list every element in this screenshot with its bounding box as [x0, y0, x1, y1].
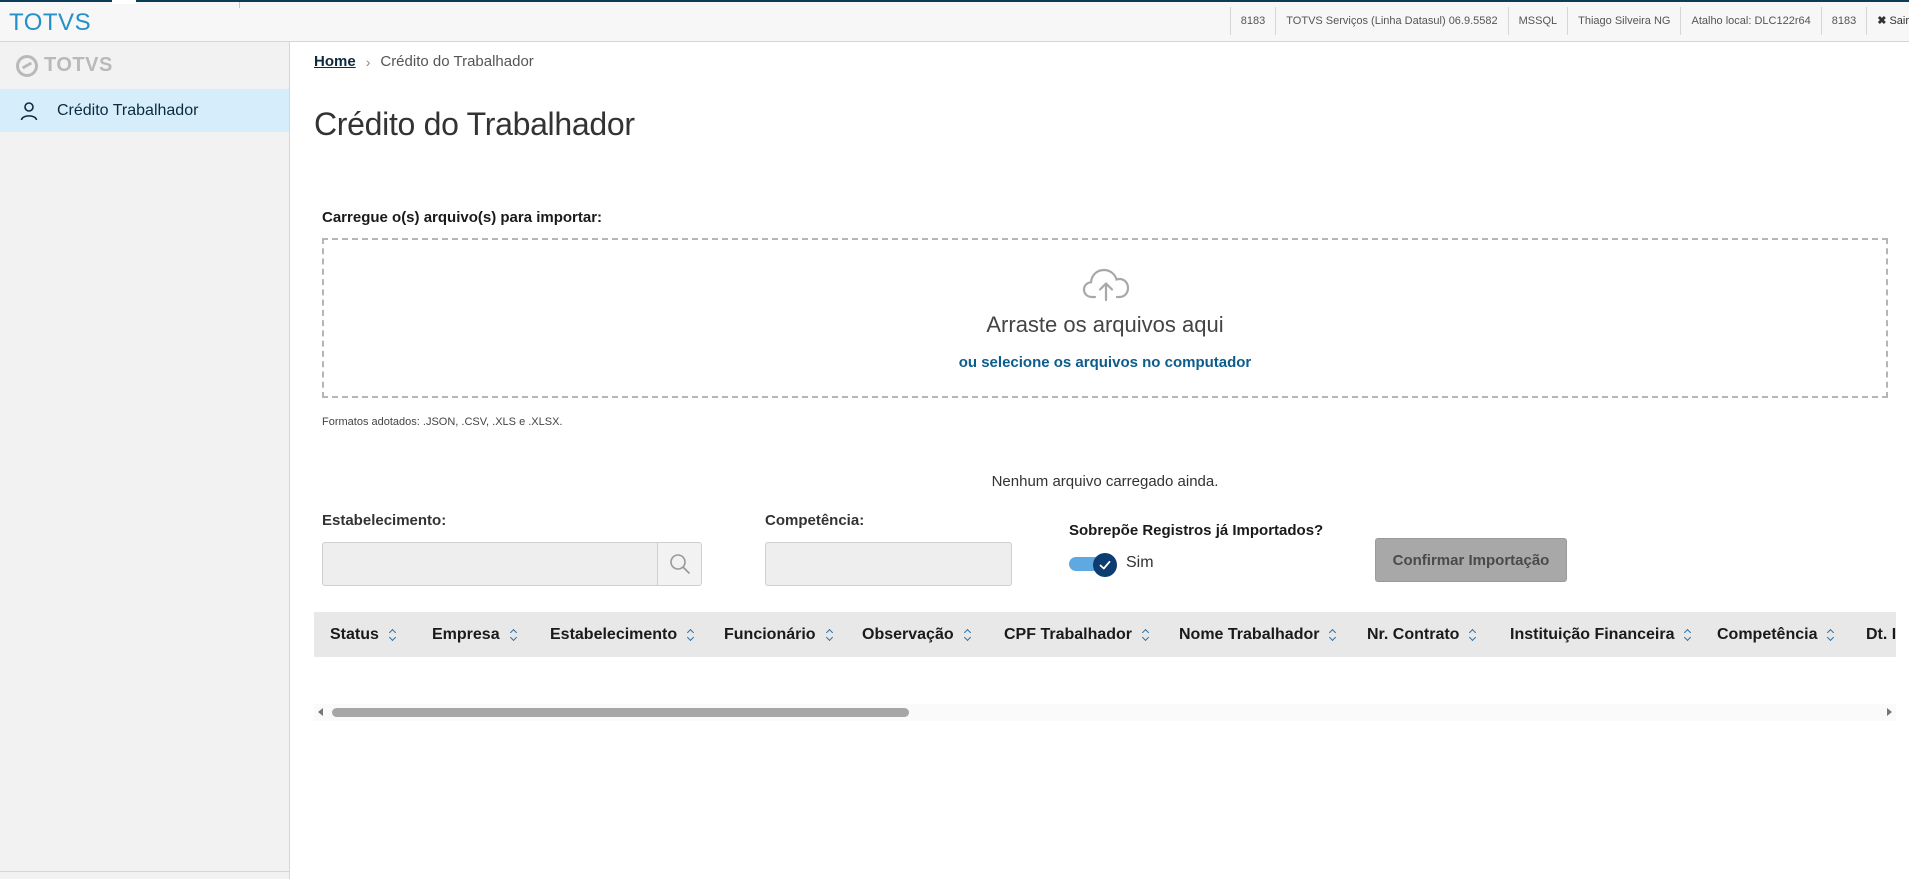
column-header-label: Dt. I	[1866, 625, 1896, 643]
column-header-label: Instituição Financeira	[1510, 625, 1675, 643]
formats-hint: Formatos adotados: .JSON, .CSV, .XLS e .…	[322, 416, 563, 428]
chevron-right-icon: ›	[365, 53, 371, 70]
top-tab-indicator	[112, 0, 136, 4]
sort-icon	[1684, 629, 1692, 641]
totvs-logo-icon	[16, 54, 38, 77]
scrollbar-thumb[interactable]	[332, 708, 909, 717]
estabelecimento-label: Estabelecimento:	[322, 512, 447, 529]
user-icon	[19, 101, 39, 121]
column-header-cpf-trabalhador[interactable]: CPF Trabalhador	[1004, 612, 1150, 657]
file-dropzone[interactable]: Arraste os arquivos aqui ou selecione os…	[322, 238, 1888, 398]
exit-button[interactable]: ✖ Sair	[1866, 7, 1909, 35]
top-accent-line	[0, 0, 1909, 2]
column-header-label: Empresa	[432, 625, 500, 643]
status-product-version: TOTVS Serviços (Linha Datasul) 06.9.5582	[1275, 7, 1507, 35]
breadcrumb-home-link[interactable]: Home	[314, 53, 356, 70]
column-header-label: Nr. Contrato	[1367, 625, 1460, 643]
sobrepoe-toggle-label: Sim	[1126, 554, 1154, 571]
column-header-nome-trabalhador[interactable]: Nome Trabalhador	[1179, 612, 1337, 657]
sort-icon	[1142, 629, 1150, 641]
column-header-nr-contrato[interactable]: Nr. Contrato	[1367, 612, 1477, 657]
top-tab-divider	[239, 2, 240, 8]
upload-label: Carregue o(s) arquivo(s) para importar:	[322, 209, 603, 226]
breadcrumb-current: Crédito do Trabalhador	[380, 53, 534, 70]
table-header: Status Empresa Estabelecimento Funcionár…	[314, 612, 1896, 657]
search-icon	[669, 554, 690, 574]
sidebar: TOTVS Crédito Trabalhador	[0, 42, 290, 879]
app-brand[interactable]: TOTVS	[9, 9, 91, 37]
scroll-left-arrow-icon[interactable]	[318, 708, 323, 716]
column-header-label: Competência	[1717, 625, 1818, 643]
cloud-upload-icon	[1082, 268, 1130, 302]
scroll-right-arrow-icon[interactable]	[1887, 708, 1892, 716]
estabelecimento-search-button[interactable]	[657, 542, 702, 586]
sort-icon	[1469, 629, 1477, 641]
status-company-code: 8183	[1229, 7, 1275, 35]
column-header-label: Funcionário	[724, 625, 816, 643]
table-horizontal-scrollbar[interactable]	[314, 704, 1896, 721]
sort-icon	[510, 629, 518, 641]
check-icon	[1093, 553, 1117, 577]
column-header-label: Estabelecimento	[550, 625, 678, 643]
confirm-import-button[interactable]: Confirmar Importação	[1375, 538, 1567, 582]
column-header-label: Observação	[862, 625, 954, 643]
sort-icon	[964, 629, 972, 641]
sidebar-item-label: Crédito Trabalhador	[57, 101, 199, 119]
sobrepoe-label: Sobrepõe Registros já Importados?	[1069, 522, 1324, 539]
exit-label: Sair	[1889, 15, 1909, 27]
column-header-instituicao-financeira[interactable]: Instituição Financeira	[1510, 612, 1692, 657]
status-user: Thiago Silveira NG	[1567, 7, 1680, 35]
column-header-label: Status	[330, 625, 379, 643]
competencia-input[interactable]	[765, 542, 1012, 586]
column-header-status[interactable]: Status	[330, 612, 397, 657]
column-header-funcionario[interactable]: Funcionário	[724, 612, 834, 657]
select-files-link[interactable]: ou selecione os arquivos no computador	[324, 354, 1886, 371]
top-bar: TOTVS 8183 TOTVS Serviços (Linha Datasul…	[0, 0, 1909, 42]
status-database: MSSQL	[1507, 7, 1568, 35]
sort-icon	[687, 629, 695, 641]
sobrepoe-toggle[interactable]	[1069, 553, 1117, 577]
empty-files-message: Nenhum arquivo carregado ainda.	[991, 473, 1219, 490]
status-bar: 8183 TOTVS Serviços (Linha Datasul) 06.9…	[1229, 7, 1909, 35]
sort-icon	[826, 629, 834, 641]
status-shortcut: Atalho local: DLC122r64	[1680, 7, 1820, 35]
sidebar-item-credito-trabalhador[interactable]: Crédito Trabalhador	[0, 89, 289, 132]
sidebar-logo-text: TOTVS	[44, 54, 113, 76]
status-code: 8183	[1820, 7, 1866, 35]
column-header-empresa[interactable]: Empresa	[432, 612, 518, 657]
column-header-competencia[interactable]: Competência	[1717, 612, 1835, 657]
page-title: Crédito do Trabalhador	[314, 106, 635, 142]
estabelecimento-input[interactable]	[322, 542, 658, 586]
close-icon: ✖	[1877, 15, 1887, 27]
competencia-label: Competência:	[765, 512, 865, 529]
sidebar-logo: TOTVS	[16, 54, 113, 77]
column-header-dt[interactable]: Dt. I	[1866, 612, 1896, 657]
sort-icon	[1827, 629, 1835, 641]
breadcrumb: Home › Crédito do Trabalhador	[314, 53, 534, 70]
column-header-label: CPF Trabalhador	[1004, 625, 1133, 643]
dropzone-title: Arraste os arquivos aqui	[986, 312, 1224, 337]
column-header-estabelecimento[interactable]: Estabelecimento	[550, 612, 695, 657]
sort-icon	[1329, 629, 1337, 641]
sort-icon	[389, 629, 397, 641]
sidebar-footer	[0, 871, 289, 879]
column-header-observacao[interactable]: Observação	[862, 612, 972, 657]
column-header-label: Nome Trabalhador	[1179, 625, 1320, 643]
